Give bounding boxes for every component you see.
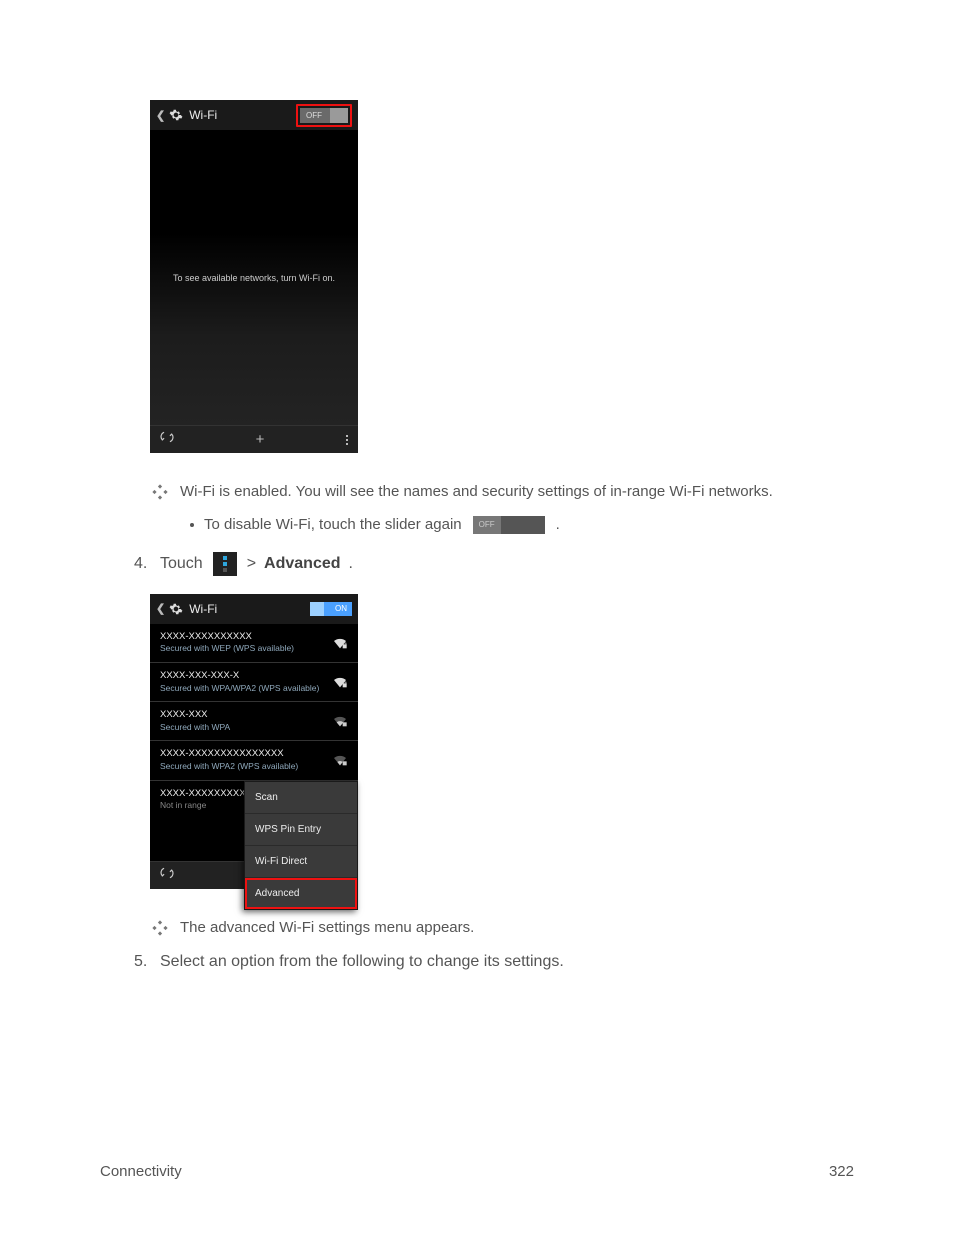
header-title: Wi-Fi <box>189 602 306 616</box>
security-text: Secured with WEP (WPS available) <box>160 643 294 654</box>
ssid: XXXX-XXX <box>160 709 230 722</box>
sub-note-disable: To disable Wi-Fi, touch the slider again… <box>190 516 854 534</box>
wifi-signal-lock-icon <box>332 675 348 689</box>
phone-header-2: ❮ Wi-Fi ON <box>150 594 358 624</box>
menu-item-wps[interactable]: WPS Pin Entry <box>245 814 357 846</box>
bullet-icon <box>152 920 168 944</box>
step-4: 4. Touch > Advanced. <box>134 552 854 576</box>
gear-icon <box>169 108 183 122</box>
highlight-box: OFF <box>296 104 352 127</box>
note-wifi-enabled: Wi-Fi is enabled. You will see the names… <box>152 481 854 508</box>
period2: . <box>349 555 353 573</box>
step-advanced: Advanced <box>264 555 340 573</box>
header-title: Wi-Fi <box>189 108 292 122</box>
footer-page: 322 <box>829 1163 854 1180</box>
inline-off-toggle-icon: OFF <box>473 516 545 534</box>
network-row[interactable]: XXXX-XXXXXXXXXX Secured with WEP (WPS av… <box>150 624 358 663</box>
wifi-signal-lock-icon <box>332 753 348 767</box>
step-number: 5. <box>134 953 152 971</box>
toggle-knob <box>310 602 324 616</box>
wps-icon[interactable] <box>160 430 174 449</box>
gear-icon <box>169 602 183 616</box>
step-touch: Touch <box>160 555 203 573</box>
toggle-label: OFF <box>306 111 322 120</box>
network-row[interactable]: XXXX-XXX Secured with WPA <box>150 702 358 741</box>
add-icon[interactable]: + <box>256 431 265 448</box>
note-text: The advanced Wi-Fi settings menu appears… <box>180 917 474 940</box>
menu-item-scan[interactable]: Scan <box>245 782 357 814</box>
note-advanced-menu: The advanced Wi-Fi settings menu appears… <box>152 917 854 944</box>
bullet-dot-icon <box>190 523 194 527</box>
wps-icon[interactable] <box>160 866 174 885</box>
ssid: XXXX-XXXXXXXXXXXXXXX <box>160 748 298 761</box>
period: . <box>556 516 560 533</box>
phone-screenshot-wifi-off: ❮ Wi-Fi OFF To see available networks, t… <box>150 100 358 453</box>
page-footer: Connectivity 322 <box>100 1163 854 1180</box>
note-text: Wi-Fi is enabled. You will see the names… <box>180 481 773 504</box>
wifi-signal-lock-icon <box>332 636 348 650</box>
ssid: XXXX-XXXXXXXXX <box>160 788 246 801</box>
back-icon: ❮ <box>156 109 165 122</box>
network-row[interactable]: XXXX-XXXXXXXXX Not in range Scan WPS Pin… <box>150 781 358 861</box>
overflow-menu: Scan WPS Pin Entry Wi-Fi Direct Advanced <box>244 781 358 910</box>
phone-body: To see available networks, turn Wi-Fi on… <box>150 130 358 425</box>
step-text: Select an option from the following to c… <box>160 953 564 971</box>
menu-item-direct[interactable]: Wi-Fi Direct <box>245 846 357 878</box>
wifi-toggle-on[interactable]: ON <box>310 602 352 616</box>
ssid: XXXX-XXX-XXX-X <box>160 670 319 683</box>
toggle-knob <box>330 108 348 123</box>
security-text: Secured with WPA2 (WPS available) <box>160 761 298 772</box>
phone-footer: + <box>150 425 358 453</box>
security-text: Secured with WPA/WPA2 (WPS available) <box>160 683 319 694</box>
network-row[interactable]: XXXX-XXX-XXX-X Secured with WPA/WPA2 (WP… <box>150 663 358 702</box>
wifi-toggle-off[interactable]: OFF <box>300 108 348 123</box>
inline-off-label: OFF <box>473 516 501 534</box>
network-list: XXXX-XXXXXXXXXX Secured with WEP (WPS av… <box>150 624 358 861</box>
security-text: Not in range <box>160 800 246 811</box>
disable-text-prefix: To disable Wi-Fi, touch the slider again <box>204 516 462 533</box>
more-icon[interactable] <box>346 435 348 445</box>
network-row[interactable]: XXXX-XXXXXXXXXXXXXXX Secured with WPA2 (… <box>150 741 358 780</box>
wifi-signal-lock-icon <box>332 714 348 728</box>
menu-item-advanced[interactable]: Advanced <box>245 878 357 909</box>
phone-header: ❮ Wi-Fi OFF <box>150 100 358 130</box>
phone-screenshot-wifi-on: ❮ Wi-Fi ON XXXX-XXXXXXXXXX Secured with … <box>150 594 358 889</box>
bullet-icon <box>152 484 168 508</box>
gt: > <box>247 555 256 573</box>
back-icon: ❮ <box>156 602 165 615</box>
footer-section: Connectivity <box>100 1163 182 1180</box>
toggle-label: ON <box>335 604 347 613</box>
empty-message: To see available networks, turn Wi-Fi on… <box>173 273 335 283</box>
ssid: XXXX-XXXXXXXXXX <box>160 631 294 644</box>
security-text: Secured with WPA <box>160 722 230 733</box>
more-menu-icon <box>213 552 237 576</box>
step-number: 4. <box>134 555 152 573</box>
step-5: 5. Select an option from the following t… <box>134 953 854 971</box>
